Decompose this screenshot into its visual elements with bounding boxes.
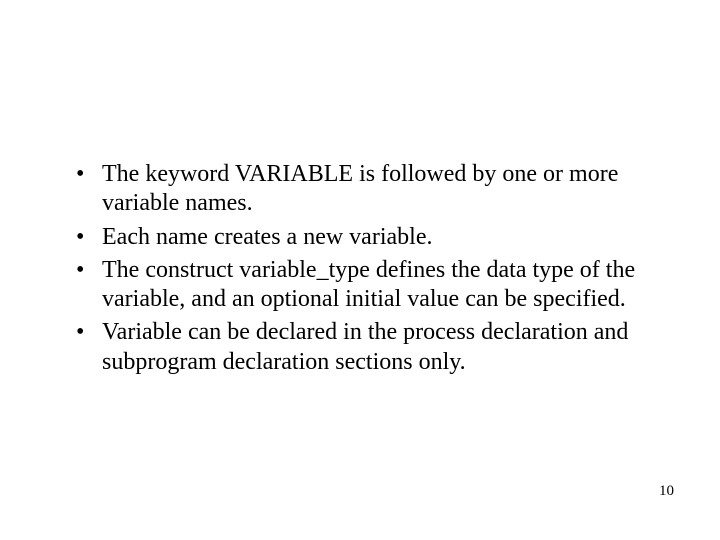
list-item: The construct variable_type defines the … [70,256,650,315]
page-number: 10 [659,483,674,500]
bullet-text: Variable can be declared in the process … [102,319,628,374]
slide: The keyword VARIABLE is followed by one … [0,0,720,540]
list-item: The keyword VARIABLE is followed by one … [70,160,650,219]
list-item: Variable can be declared in the process … [70,318,650,377]
bullet-text: The construct variable_type defines the … [102,257,635,312]
list-item: Each name creates a new variable. [70,223,650,252]
bullet-text: The keyword VARIABLE is followed by one … [102,161,618,216]
bullet-list: The keyword VARIABLE is followed by one … [70,160,650,377]
bullet-text: Each name creates a new variable. [102,224,432,250]
